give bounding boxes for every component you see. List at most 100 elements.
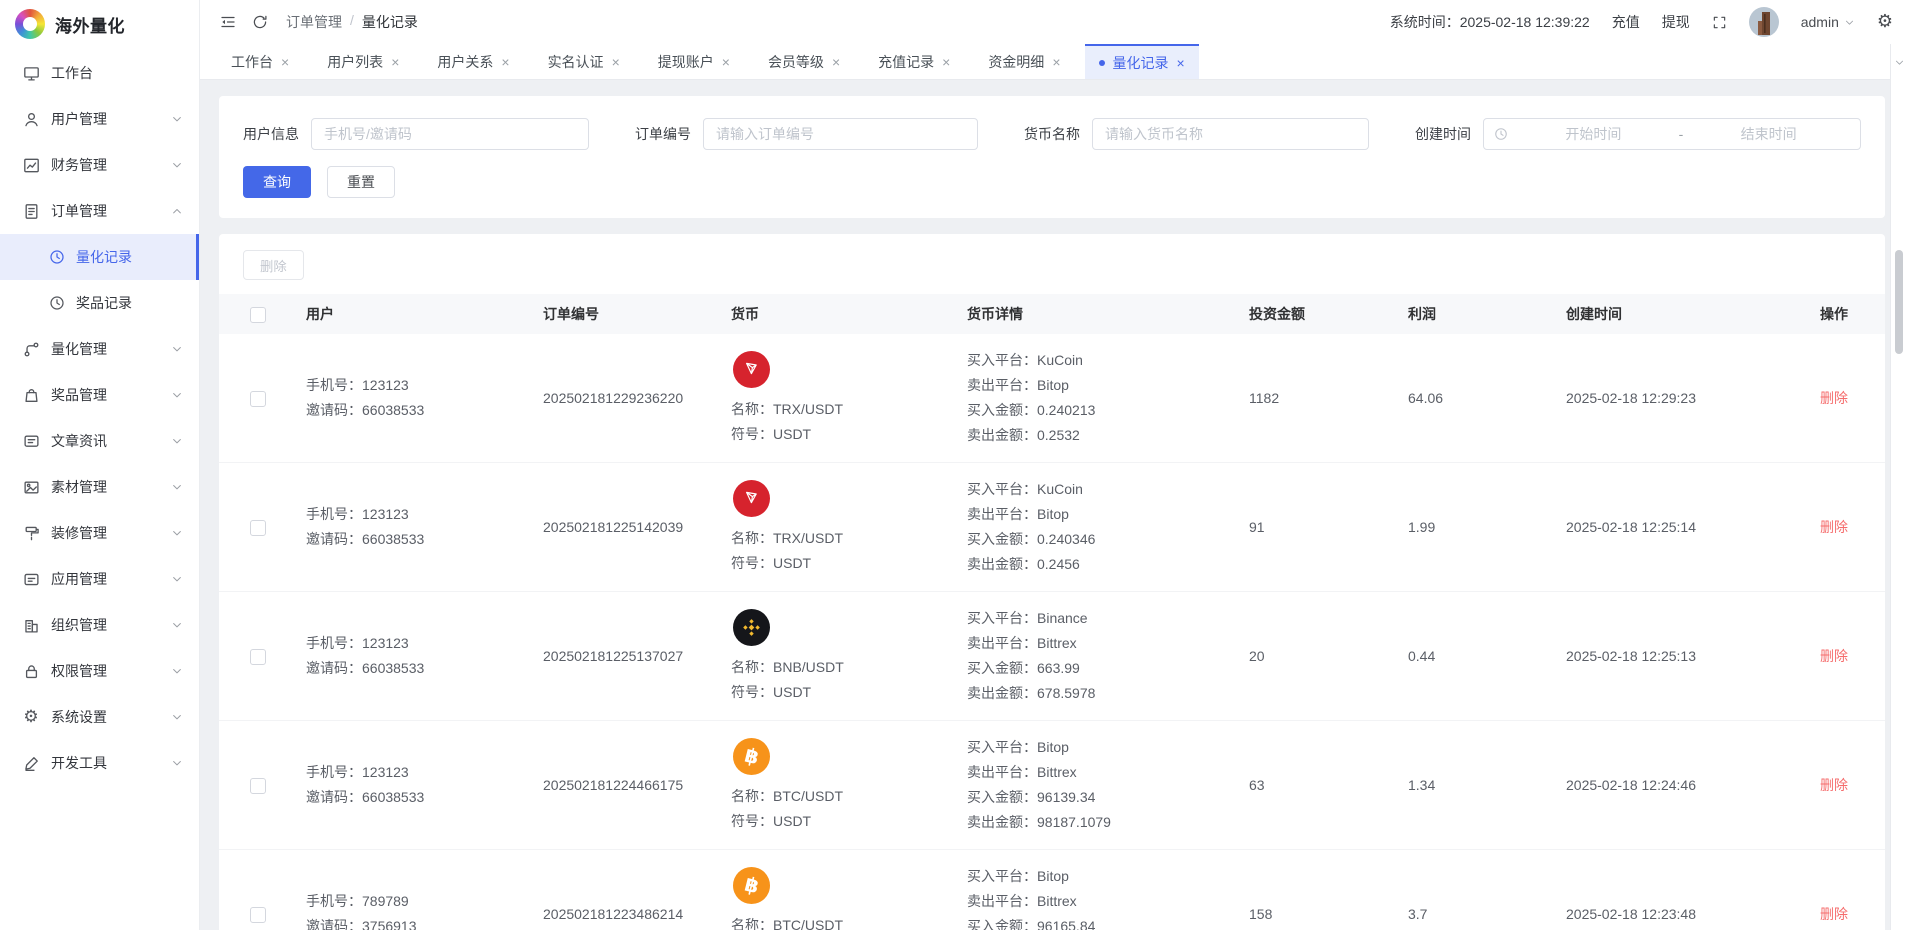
tab-recharge-records[interactable]: 充值记录 × — [864, 44, 964, 79]
sidebar-item-workbench[interactable]: 工作台 — [0, 50, 199, 96]
close-icon[interactable]: × — [501, 55, 509, 69]
app-icon — [22, 570, 40, 588]
chevron-down-icon — [171, 435, 183, 447]
sidebar-item-prize-management[interactable]: 奖品管理 — [0, 372, 199, 418]
settings-gear-icon[interactable]: ⚙ — [1877, 13, 1893, 31]
withdraw-link[interactable]: 提现 — [1662, 12, 1690, 32]
chevron-down-icon — [171, 113, 183, 125]
user-menu[interactable]: admin — [1801, 14, 1855, 30]
sidebar-item-articles[interactable]: 文章资讯 — [0, 418, 199, 464]
order-no-input[interactable] — [703, 118, 978, 150]
sidebar-item-system-settings[interactable]: ⚙ 系统设置 — [0, 694, 199, 740]
invest-amount: 158 — [1224, 850, 1383, 930]
sidebar-item-applications[interactable]: 应用管理 — [0, 556, 199, 602]
topbar: 订单管理 / 量化记录 系统时间：2025-02-18 12:39:22 充值 … — [200, 0, 1907, 44]
select-all-checkbox[interactable] — [250, 307, 266, 323]
collapse-sidebar-icon[interactable] — [220, 14, 236, 30]
bulk-delete-button[interactable]: 删除 — [243, 250, 304, 280]
row-checkbox[interactable] — [250, 778, 266, 794]
close-icon[interactable]: × — [832, 55, 840, 69]
close-icon[interactable]: × — [1177, 56, 1185, 70]
invest-amount: 91 — [1224, 463, 1383, 592]
chevron-down-icon — [171, 573, 183, 585]
tab-withdraw-accounts[interactable]: 提现账户× — [644, 44, 744, 79]
invest-amount: 1182 — [1224, 334, 1383, 463]
close-icon[interactable]: × — [391, 55, 399, 69]
tab-fund-details[interactable]: 资金明细× — [974, 44, 1074, 79]
date-range-input[interactable]: 开始时间 - 结束时间 — [1483, 118, 1861, 150]
sidebar-item-label: 素材管理 — [51, 477, 171, 497]
sidebar-item-user-management[interactable]: 用户管理 — [0, 96, 199, 142]
avatar[interactable] — [1749, 7, 1779, 37]
invest-amount: 20 — [1224, 592, 1383, 721]
row-checkbox[interactable] — [250, 391, 266, 407]
sidebar-item-order-management[interactable]: 订单管理 — [0, 188, 199, 234]
filter-coin: 货币名称 — [1024, 118, 1369, 150]
sidebar-item-quant-management[interactable]: 量化管理 — [0, 326, 199, 372]
sidebar-item-dev-tools[interactable]: 开发工具 — [0, 740, 199, 786]
user-info-input[interactable] — [311, 118, 589, 150]
tab-quant-records[interactable]: 量化记录× — [1085, 44, 1199, 79]
sidebar-item-permissions[interactable]: 权限管理 — [0, 648, 199, 694]
sidebar-item-materials[interactable]: 素材管理 — [0, 464, 199, 510]
recharge-link[interactable]: 充值 — [1612, 12, 1640, 32]
tab-user-relations[interactable]: 用户关系× — [423, 44, 523, 79]
row-checkbox[interactable] — [250, 649, 266, 665]
quant-flow-icon — [22, 340, 40, 358]
tab-kyc[interactable]: 实名认证× — [534, 44, 634, 79]
filter-label: 货币名称 — [1024, 124, 1080, 144]
sidebar-item-label: 量化管理 — [51, 339, 171, 359]
refresh-icon[interactable] — [252, 14, 268, 30]
sidebar-item-label: 开发工具 — [51, 753, 171, 773]
sidebar-item-label: 订单管理 — [51, 201, 171, 221]
clock-icon — [48, 248, 66, 266]
brand[interactable]: 海外量化 — [0, 0, 199, 48]
sidebar-subitem-quant-records[interactable]: 量化记录 — [0, 234, 199, 280]
sidebar-item-label: 文章资讯 — [51, 431, 171, 451]
close-icon[interactable]: × — [612, 55, 620, 69]
filter-label: 用户信息 — [243, 124, 299, 144]
column-header: 投资金额 — [1224, 294, 1383, 334]
chevron-up-icon — [171, 205, 183, 217]
delete-row-link[interactable]: 删除 — [1820, 906, 1848, 922]
created-time: 2025-02-18 12:23:48 — [1541, 850, 1795, 930]
tab-overflow-chevron-icon[interactable] — [1891, 44, 1907, 80]
system-time: 系统时间：2025-02-18 12:39:22 — [1390, 12, 1590, 32]
close-icon[interactable]: × — [281, 55, 289, 69]
chevron-down-icon — [1844, 17, 1855, 28]
delete-row-link[interactable]: 删除 — [1820, 648, 1848, 664]
tab-label: 用户列表 — [327, 52, 383, 72]
close-icon[interactable]: × — [722, 55, 730, 69]
trx-coin-icon — [733, 480, 770, 517]
tab-workbench[interactable]: 工作台× — [217, 44, 303, 79]
tab-user-list[interactable]: 用户列表 × — [313, 44, 413, 79]
sidebar-item-organization[interactable]: 组织管理 — [0, 602, 199, 648]
delete-row-link[interactable]: 删除 — [1820, 390, 1848, 406]
sidebar-item-label: 奖品管理 — [51, 385, 171, 405]
profit: 3.7 — [1383, 850, 1541, 930]
sidebar-item-finance-management[interactable]: 财务管理 — [0, 142, 199, 188]
order-no: 202502181229236220 — [543, 390, 683, 406]
breadcrumb-parent[interactable]: 订单管理 — [286, 12, 342, 32]
content: 用户信息 订单编号 货币名称 创建时间 — [200, 80, 1890, 930]
search-button[interactable]: 查询 — [243, 166, 311, 198]
close-icon[interactable]: × — [1052, 55, 1060, 69]
close-icon[interactable]: × — [942, 55, 950, 69]
table-row: 手机号：789789邀请码：3756913 202502181223486214… — [219, 850, 1885, 930]
sidebar-item-decoration[interactable]: 装修管理 — [0, 510, 199, 556]
vertical-scrollbar-thumb[interactable] — [1895, 250, 1903, 354]
row-checkbox[interactable] — [250, 520, 266, 536]
row-checkbox[interactable] — [250, 907, 266, 923]
delete-row-link[interactable]: 删除 — [1820, 777, 1848, 793]
trx-coin-icon — [733, 351, 770, 388]
tab-member-levels[interactable]: 会员等级× — [754, 44, 854, 79]
delete-row-link[interactable]: 删除 — [1820, 519, 1848, 535]
sidebar-subitem-prize-records[interactable]: 奖品记录 — [0, 280, 199, 326]
coin-name-input[interactable] — [1092, 118, 1369, 150]
quant-records-table: 用户 订单编号 货币 货币详情 投资金额 利润 创建时间 操作 — [219, 294, 1885, 930]
chevron-down-icon — [171, 481, 183, 493]
tab-label: 充值记录 — [878, 52, 934, 72]
column-header: 货币 — [706, 294, 942, 334]
reset-button[interactable]: 重置 — [327, 166, 395, 198]
fullscreen-icon[interactable] — [1712, 15, 1727, 30]
